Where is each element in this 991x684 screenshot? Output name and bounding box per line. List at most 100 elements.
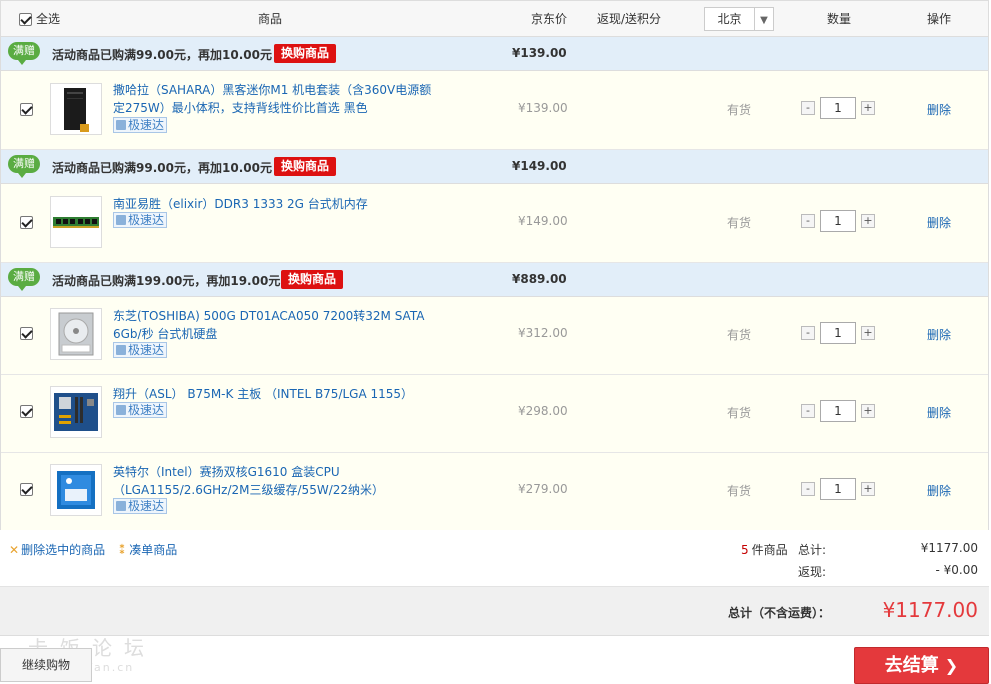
decrease-button[interactable]: - bbox=[801, 326, 815, 340]
increase-button[interactable]: + bbox=[861, 101, 875, 115]
item-checkbox[interactable] bbox=[20, 327, 33, 340]
product-title-link[interactable]: 英特尔（Intel）赛扬双核G1610 盒装CPU （LGA1155/2.6GH… bbox=[113, 463, 433, 499]
region-value: 北京 bbox=[705, 8, 755, 30]
region-select[interactable]: 北京 ▼ bbox=[704, 7, 774, 31]
product-title-link[interactable]: 撒哈拉（SAHARA）黑客迷你M1 机电套装（含360V电源额定275W）最小体… bbox=[113, 81, 433, 117]
product-title-link[interactable]: 南亚易胜（elixir）DDR3 1333 2G 台式机内存 bbox=[113, 195, 433, 213]
product-row: 南亚易胜（elixir）DDR3 1333 2G 台式机内存 极速达 ¥149.… bbox=[1, 184, 988, 263]
decrease-button[interactable]: - bbox=[801, 482, 815, 496]
group-subtotal: ¥889.00 bbox=[512, 272, 567, 286]
decrease-button[interactable]: - bbox=[801, 404, 815, 418]
column-product: 商品 bbox=[258, 12, 283, 26]
product-thumbnail-motherboard[interactable] bbox=[50, 386, 102, 438]
item-price: ¥149.00 bbox=[518, 214, 568, 228]
delivery-icon bbox=[116, 345, 126, 355]
cart-summary: ✕ 删除选中的商品 ⁑ 凑单商品 5 件商品 总计: ¥1177.00 返现: - ¥… bbox=[0, 530, 989, 586]
close-icon: ✕ bbox=[9, 543, 20, 557]
rebate-value: - ¥0.00 bbox=[935, 563, 979, 577]
group-subtotal: ¥139.00 bbox=[512, 46, 567, 60]
puzzle-icon: ⁑ bbox=[119, 543, 126, 557]
product-row: 翔升（ASL） B75M-K 主板 （INTEL B75/LGA 1155） 极… bbox=[1, 375, 988, 453]
swap-product-button[interactable]: 换购商品 bbox=[274, 157, 337, 176]
delete-link[interactable]: 删除 bbox=[927, 214, 951, 231]
swap-product-button[interactable]: 换购商品 bbox=[281, 270, 344, 289]
column-quantity: 数量 bbox=[827, 12, 852, 26]
product-row: 东芝(TOSHIBA) 500G DT01ACA050 7200转32M SAT… bbox=[1, 297, 988, 375]
quantity-input[interactable]: 1 bbox=[820, 400, 856, 422]
select-all[interactable]: 全选 bbox=[19, 1, 60, 37]
product-thumbnail-memory[interactable] bbox=[50, 196, 102, 248]
quantity-stepper: -1 + bbox=[801, 322, 875, 344]
column-operation: 操作 bbox=[927, 12, 952, 26]
stock-status: 有货 bbox=[727, 328, 752, 342]
item-price: ¥139.00 bbox=[518, 101, 568, 115]
delivery-icon bbox=[116, 120, 126, 130]
quantity-input[interactable]: 1 bbox=[820, 97, 856, 119]
fast-delivery-tag: 极速达 bbox=[113, 402, 168, 418]
swap-product-button[interactable]: 换购商品 bbox=[274, 44, 337, 63]
column-price: 京东价 bbox=[531, 12, 568, 26]
combine-order-link[interactable]: ⁑ 凑单商品 bbox=[119, 541, 177, 558]
quantity-input[interactable]: 1 bbox=[820, 210, 856, 232]
decrease-button[interactable]: - bbox=[801, 101, 815, 115]
promo-group-header: 满赠 活动商品已购满99.00元，再加10.00元 换购商品 ¥149.00 bbox=[1, 150, 988, 184]
checkout-button[interactable]: 去结算 ❯ bbox=[854, 647, 989, 684]
increase-button[interactable]: + bbox=[861, 482, 875, 496]
quantity-stepper: -1 + bbox=[801, 210, 875, 232]
item-checkbox[interactable] bbox=[20, 103, 33, 116]
item-checkbox[interactable] bbox=[20, 405, 33, 418]
group-subtotal: ¥149.00 bbox=[512, 159, 567, 173]
delete-link[interactable]: 删除 bbox=[927, 101, 951, 118]
decrease-button[interactable]: - bbox=[801, 214, 815, 228]
item-checkbox[interactable] bbox=[20, 216, 33, 229]
quantity-stepper: -1 + bbox=[801, 478, 875, 500]
promo-text: 活动商品已购满199.00元，再加19.00元 bbox=[52, 274, 281, 288]
fast-delivery-tag: 极速达 bbox=[113, 117, 168, 133]
item-price: ¥279.00 bbox=[518, 482, 568, 496]
continue-shopping-button[interactable]: 继续购物 bbox=[0, 648, 92, 682]
gift-badge: 满赠 bbox=[8, 155, 40, 178]
rebate-label: 返现: bbox=[798, 565, 827, 579]
delivery-icon bbox=[116, 501, 126, 511]
gift-badge: 满赠 bbox=[8, 268, 40, 291]
cart-header: 全选 商品 京东价 返现/送积分 北京 ▼ 数量 操作 bbox=[1, 1, 988, 37]
delivery-icon bbox=[116, 215, 126, 225]
quantity-stepper: -1 + bbox=[801, 97, 875, 119]
grand-total-label: 总计（不含运费）： bbox=[728, 606, 831, 620]
product-row: 撒哈拉（SAHARA）黑客迷你M1 机电套装（含360V电源额定275W）最小体… bbox=[1, 71, 988, 150]
select-all-label: 全选 bbox=[36, 12, 61, 26]
quantity-input[interactable]: 1 bbox=[820, 322, 856, 344]
fast-delivery-tag: 极速达 bbox=[113, 212, 168, 228]
column-rebate: 返现/送积分 bbox=[597, 12, 662, 26]
gift-badge: 满赠 bbox=[8, 42, 40, 65]
product-thumbnail-harddrive[interactable] bbox=[50, 308, 102, 360]
promo-text: 活动商品已购满99.00元，再加10.00元 bbox=[52, 161, 272, 175]
delete-link[interactable]: 删除 bbox=[927, 404, 951, 421]
increase-button[interactable]: + bbox=[861, 214, 875, 228]
product-thumbnail-cpu[interactable] bbox=[50, 464, 102, 516]
promo-group-header: 满赠 活动商品已购满99.00元，再加10.00元 换购商品 ¥139.00 bbox=[1, 37, 988, 71]
product-row: 英特尔（Intel）赛扬双核G1610 盒装CPU （LGA1155/2.6GH… bbox=[1, 453, 988, 531]
promo-group-header: 满赠 活动商品已购满199.00元，再加19.00元 换购商品 ¥889.00 bbox=[1, 263, 988, 297]
stock-status: 有货 bbox=[727, 484, 752, 498]
delete-link[interactable]: 删除 bbox=[927, 326, 951, 343]
delete-selected-link[interactable]: ✕ 删除选中的商品 bbox=[9, 541, 105, 558]
total-value: ¥1177.00 bbox=[920, 541, 978, 555]
fast-delivery-tag: 极速达 bbox=[113, 342, 168, 358]
product-title-link[interactable]: 翔升（ASL） B75M-K 主板 （INTEL B75/LGA 1155） bbox=[113, 385, 433, 403]
item-price: ¥312.00 bbox=[518, 326, 568, 340]
item-price: ¥298.00 bbox=[518, 404, 568, 418]
item-checkbox[interactable] bbox=[20, 483, 33, 496]
chevron-right-icon: ❯ bbox=[944, 656, 959, 675]
stock-status: 有货 bbox=[727, 216, 752, 230]
product-title-link[interactable]: 东芝(TOSHIBA) 500G DT01ACA050 7200转32M SAT… bbox=[113, 307, 433, 343]
product-thumbnail-case[interactable] bbox=[50, 83, 102, 135]
grand-total-bar: 总计（不含运费）： ¥1177.00 bbox=[0, 586, 989, 636]
fast-delivery-tag: 极速达 bbox=[113, 498, 168, 514]
increase-button[interactable]: + bbox=[861, 326, 875, 340]
quantity-input[interactable]: 1 bbox=[820, 478, 856, 500]
delete-link[interactable]: 删除 bbox=[927, 482, 951, 499]
select-all-checkbox[interactable] bbox=[19, 13, 32, 26]
quantity-stepper: -1 + bbox=[801, 400, 875, 422]
increase-button[interactable]: + bbox=[861, 404, 875, 418]
